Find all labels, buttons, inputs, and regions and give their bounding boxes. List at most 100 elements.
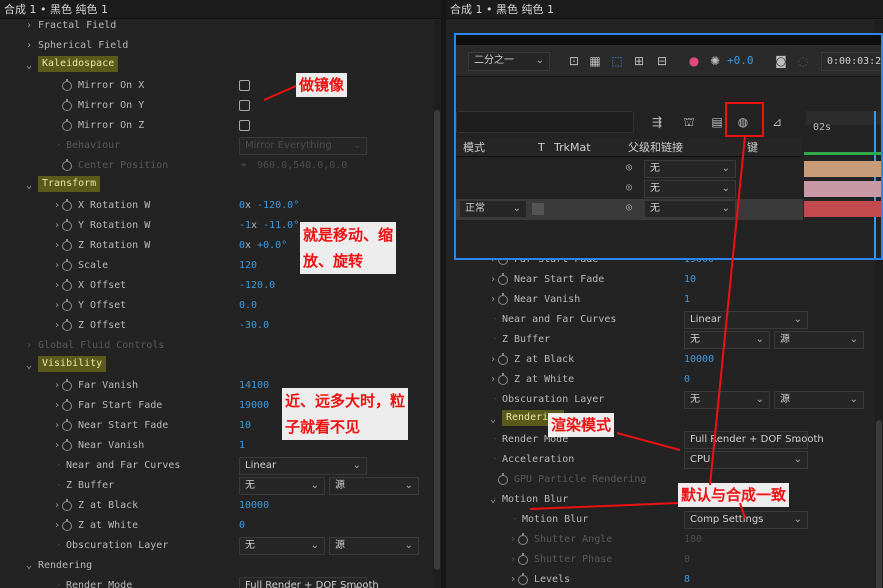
stopwatch-icon[interactable]: [62, 499, 72, 511]
expand-arrow-icon[interactable]: ›: [52, 436, 62, 456]
stopwatch-icon[interactable]: [62, 379, 72, 391]
safe-area-icon[interactable]: ⊟: [655, 54, 669, 68]
stopwatch-icon[interactable]: [62, 279, 72, 291]
expand-arrow-icon[interactable]: ⌄: [24, 356, 34, 376]
expand-arrow-icon[interactable]: ›: [52, 376, 62, 396]
stopwatch-icon[interactable]: [498, 353, 508, 365]
property-value[interactable]: 0: [239, 516, 245, 536]
layer-row[interactable]: ◎ 无 ⌄: [456, 179, 803, 200]
expand-arrow-icon[interactable]: ›: [52, 256, 62, 276]
expand-arrow-icon[interactable]: ›: [52, 316, 62, 336]
expand-arrow-icon[interactable]: ›: [52, 216, 62, 236]
motion-blur-icon[interactable]: ◍: [736, 115, 750, 129]
guides-icon[interactable]: ⊞: [632, 54, 646, 68]
expand-arrow-icon[interactable]: ›: [24, 336, 34, 356]
resolution-dropdown[interactable]: 二分之一 ⌄: [468, 52, 550, 71]
parent-dropdown[interactable]: 无 ⌄: [644, 180, 736, 198]
stopwatch-icon[interactable]: [62, 259, 72, 271]
expand-arrow-icon[interactable]: ›: [508, 550, 518, 570]
dropdown[interactable]: 无 ⌄: [239, 537, 325, 555]
scrollbar[interactable]: [433, 20, 441, 588]
graph-editor-icon[interactable]: ⊿: [770, 115, 784, 129]
stopwatch-icon[interactable]: [62, 439, 72, 451]
color-manage-icon[interactable]: ✺: [708, 54, 722, 68]
property-value[interactable]: 1: [239, 436, 245, 456]
stopwatch-icon[interactable]: [62, 99, 72, 111]
hide-shy-icon[interactable]: ⛫: [682, 115, 696, 129]
layer-duration-bar[interactable]: [804, 181, 881, 197]
property-value[interactable]: 10000: [684, 350, 714, 370]
expand-arrow-icon[interactable]: ⌄: [24, 556, 34, 576]
expand-arrow-icon[interactable]: ›: [488, 270, 498, 290]
expand-arrow-icon[interactable]: ⌄: [24, 56, 34, 76]
parent-dropdown[interactable]: 无 ⌄: [644, 160, 736, 178]
dropdown[interactable]: 无 ⌄: [684, 391, 770, 409]
pickwhip-icon[interactable]: ◎: [626, 162, 632, 173]
pickwhip-icon[interactable]: ◎: [626, 182, 632, 193]
property-value[interactable]: 0x +0.0°: [239, 236, 287, 256]
checkbox[interactable]: [239, 120, 250, 131]
property-value[interactable]: 10: [239, 416, 251, 436]
work-area-bar[interactable]: [804, 152, 881, 155]
expand-arrow-icon[interactable]: ›: [24, 16, 34, 36]
stopwatch-icon[interactable]: [62, 399, 72, 411]
expand-arrow-icon[interactable]: ›: [508, 530, 518, 550]
parent-dropdown[interactable]: 无 ⌄: [644, 200, 736, 218]
dropdown[interactable]: CPU ⌄: [684, 451, 808, 469]
dropdown[interactable]: 源 ⌄: [774, 391, 864, 409]
stopwatch-icon[interactable]: [498, 373, 508, 385]
pickwhip-icon[interactable]: ◎: [626, 202, 632, 213]
expand-arrow-icon[interactable]: ›: [508, 570, 518, 588]
layer-search-input[interactable]: [456, 111, 634, 133]
stopwatch-icon[interactable]: [62, 419, 72, 431]
expand-arrow-icon[interactable]: ›: [52, 196, 62, 216]
stopwatch-icon[interactable]: [62, 79, 72, 91]
expand-arrow-icon[interactable]: ›: [488, 290, 498, 310]
property-value[interactable]: 0.0: [239, 296, 257, 316]
stopwatch-icon[interactable]: [62, 119, 72, 131]
stopwatch-icon[interactable]: [518, 573, 528, 585]
property-value[interactable]: 0x -120.0°: [239, 196, 299, 216]
expand-arrow-icon[interactable]: ⌄: [24, 176, 34, 196]
stopwatch-icon[interactable]: [498, 273, 508, 285]
property-value[interactable]: 0: [684, 550, 690, 570]
stopwatch-icon[interactable]: [62, 319, 72, 331]
exposure-value[interactable]: +0.0: [727, 54, 754, 67]
expand-arrow-icon[interactable]: ›: [52, 396, 62, 416]
show-snapshot-icon[interactable]: ◌: [796, 54, 810, 68]
property-value[interactable]: 8: [684, 570, 690, 588]
stopwatch-icon[interactable]: [62, 219, 72, 231]
snapshot-region-icon[interactable]: ⊡: [567, 54, 581, 68]
mode-dropdown[interactable]: 正常 ⌄: [459, 200, 527, 218]
dropdown[interactable]: 源 ⌄: [774, 331, 864, 349]
dropdown[interactable]: Comp Settings ⌄: [684, 511, 808, 529]
layer-duration-bar[interactable]: [804, 201, 881, 217]
layer-row[interactable]: ◎ 无 ⌄: [456, 159, 803, 180]
property-value[interactable]: 14100: [239, 376, 269, 396]
stopwatch-icon[interactable]: [518, 533, 528, 545]
dropdown[interactable]: 无 ⌄: [239, 477, 325, 495]
property-value[interactable]: 10000: [239, 496, 269, 516]
property-value[interactable]: 0: [684, 370, 690, 390]
property-value[interactable]: -120.0: [239, 276, 275, 296]
mask-path-icon[interactable]: ⬚: [610, 54, 624, 68]
dropdown[interactable]: Mirror Everything ⌄: [239, 137, 367, 155]
stopwatch-icon[interactable]: [62, 199, 72, 211]
stopwatch-icon[interactable]: [498, 293, 508, 305]
stopwatch-icon[interactable]: [62, 239, 72, 251]
checkbox[interactable]: [239, 100, 250, 111]
layer-duration-bar[interactable]: [804, 161, 881, 177]
property-value[interactable]: 19000: [239, 396, 269, 416]
dropdown[interactable]: Linear ⌄: [684, 311, 808, 329]
expand-arrow-icon[interactable]: ›: [52, 276, 62, 296]
expand-arrow-icon[interactable]: ⌄: [488, 410, 498, 430]
camera-snapshot-icon[interactable]: ◙: [774, 54, 788, 68]
stopwatch-icon[interactable]: [518, 553, 528, 565]
expand-arrow-icon[interactable]: ›: [52, 516, 62, 536]
stopwatch-icon[interactable]: [62, 299, 72, 311]
expand-arrow-icon[interactable]: ›: [52, 416, 62, 436]
property-value[interactable]: 10: [684, 270, 696, 290]
property-value[interactable]: 960.0,540.0,0.0: [257, 156, 347, 176]
dropdown[interactable]: 无 ⌄: [684, 331, 770, 349]
expand-arrow-icon[interactable]: ›: [24, 36, 34, 56]
